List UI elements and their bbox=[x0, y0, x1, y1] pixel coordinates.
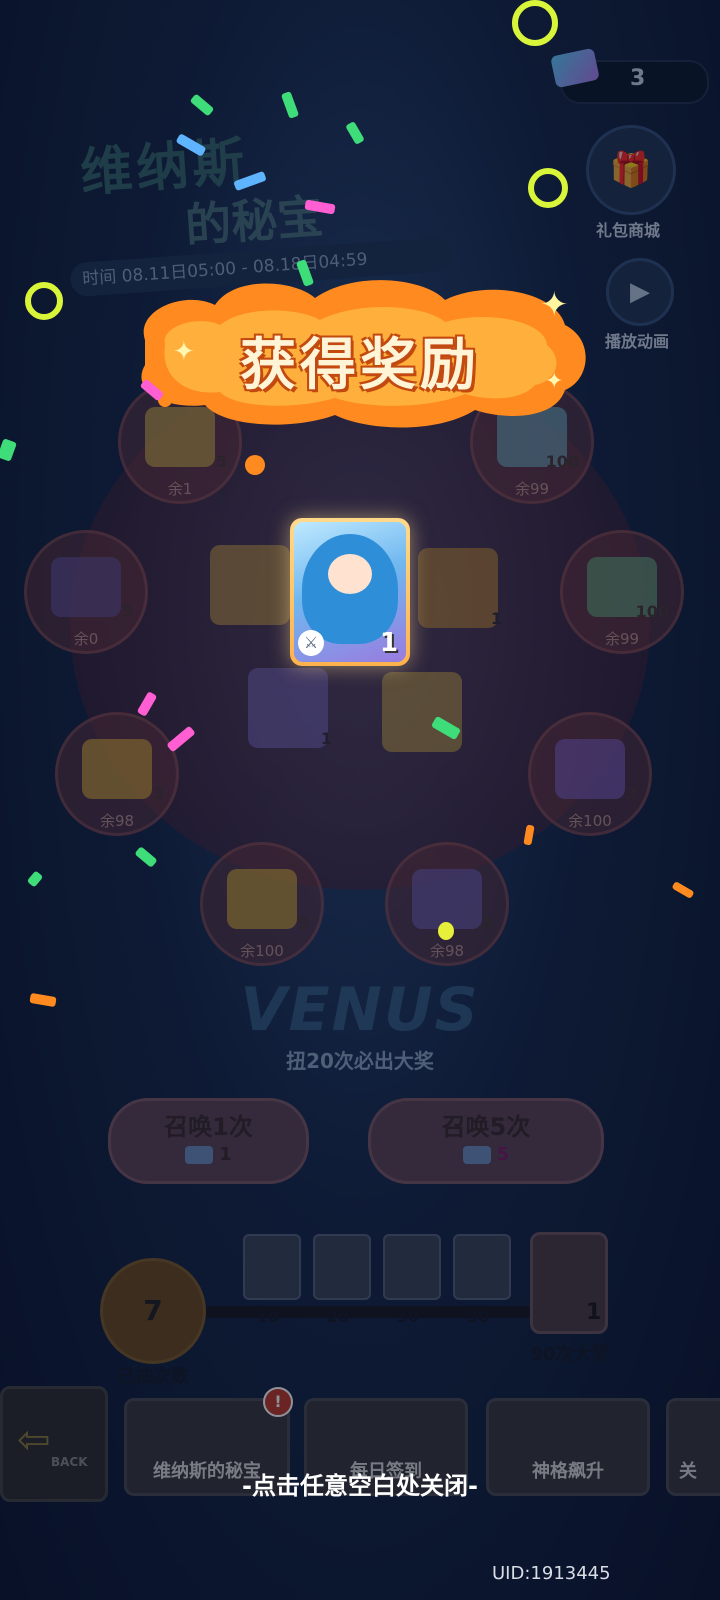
sparkle-icon: ✦ bbox=[540, 285, 569, 325]
close-hint: -点击任意空白处关闭- bbox=[242, 1472, 478, 1500]
confetti-ring bbox=[528, 168, 568, 208]
banner-splash bbox=[245, 455, 265, 475]
reward-qty: 1 bbox=[379, 628, 398, 658]
modal-overlay[interactable] bbox=[0, 0, 720, 1600]
reward-title: 获得奖励 bbox=[240, 333, 480, 398]
confetti-ring bbox=[25, 282, 63, 320]
reward-card: ⚔ 1 bbox=[290, 518, 410, 666]
confetti-dot bbox=[438, 922, 454, 940]
confetti-ring bbox=[512, 0, 558, 46]
reward-character-art: ⚔ 1 bbox=[294, 522, 406, 662]
uid-label: UID:1913445 bbox=[492, 1563, 611, 1584]
sword-icon: ⚔ bbox=[298, 630, 324, 656]
